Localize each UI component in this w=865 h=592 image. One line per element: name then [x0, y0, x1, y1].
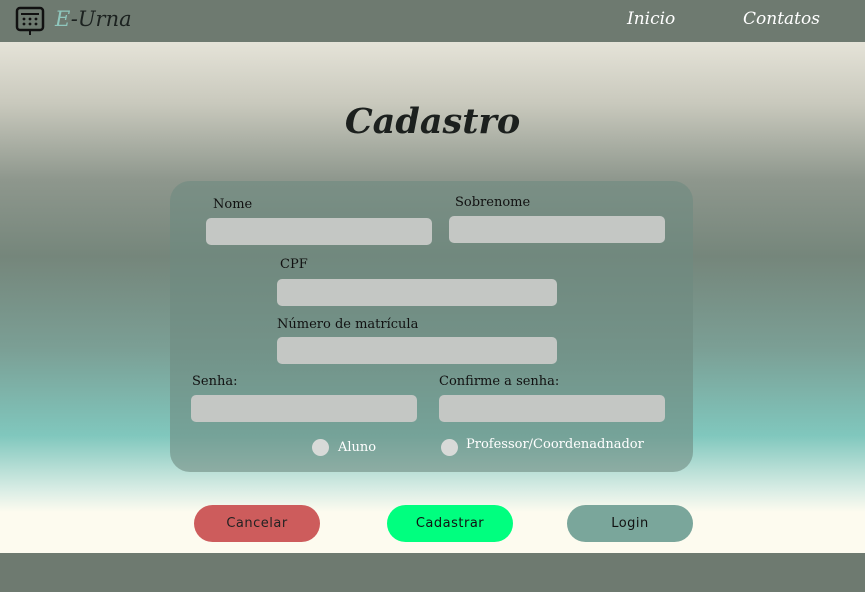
ballot-box-icon: [15, 6, 45, 35]
confirme-senha-label: Confirme a senha:: [439, 374, 560, 389]
cpf-input[interactable]: [277, 279, 557, 306]
radio-professor[interactable]: Professor/Coordenadnador: [441, 437, 644, 456]
sobrenome-label: Sobrenome: [455, 195, 531, 210]
brand-suffix: -Urna: [70, 7, 132, 31]
top-navbar: E-Urna Inicio Contatos: [0, 0, 865, 42]
radio-aluno-circle[interactable]: [312, 439, 329, 456]
cancel-button[interactable]: Cancelar: [194, 505, 320, 542]
matricula-input[interactable]: [277, 337, 557, 364]
nav-contatos-link[interactable]: Contatos: [743, 9, 820, 29]
submit-button[interactable]: Cadastrar: [387, 505, 513, 542]
radio-professor-label: Professor/Coordenadnador: [466, 437, 644, 452]
senha-input[interactable]: [191, 395, 417, 422]
brand-prefix: E: [55, 7, 71, 31]
nome-input[interactable]: [206, 218, 432, 245]
cpf-label: CPF: [280, 257, 308, 272]
confirme-senha-input[interactable]: [439, 395, 665, 422]
login-button[interactable]: Login: [567, 505, 693, 542]
nome-label: Nome: [213, 197, 253, 212]
senha-label: Senha:: [192, 374, 238, 389]
radio-aluno-label: Aluno: [338, 440, 377, 455]
brand-name: E-Urna: [55, 7, 132, 31]
radio-professor-circle[interactable]: [441, 439, 458, 456]
radio-aluno[interactable]: Aluno: [312, 439, 376, 456]
nav-inicio-link[interactable]: Inicio: [627, 9, 675, 29]
page-title: Cadastro: [344, 101, 521, 142]
sobrenome-input[interactable]: [449, 216, 665, 243]
footer-bar: [0, 553, 865, 592]
matricula-label: Número de matrícula: [277, 317, 419, 332]
